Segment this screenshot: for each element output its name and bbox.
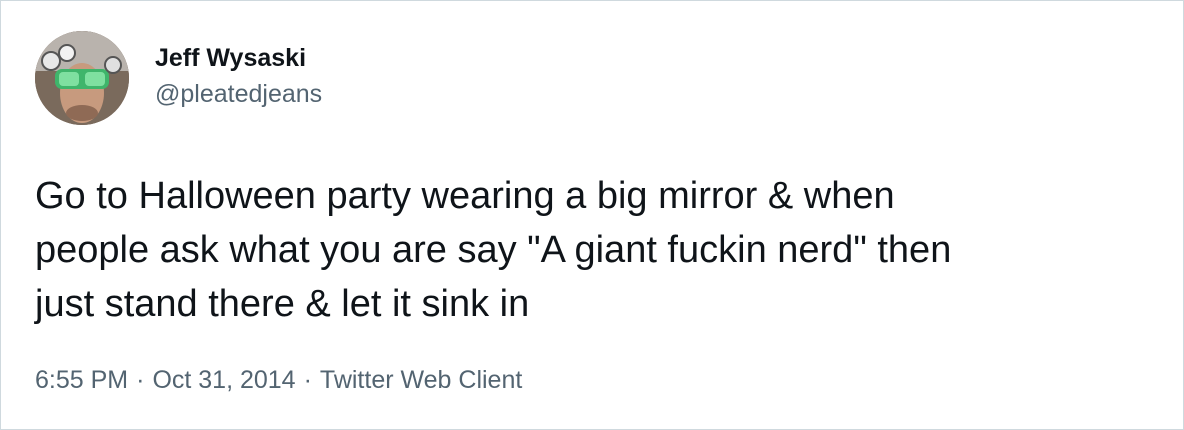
- avatar[interactable]: [35, 31, 129, 125]
- author-display-name[interactable]: Jeff Wysaski: [155, 43, 322, 73]
- tweet-header: Jeff Wysaski @pleatedjeans: [35, 31, 322, 125]
- tweet-card: Jeff Wysaski @pleatedjeans Go to Hallowe…: [0, 0, 1184, 430]
- tweet-time[interactable]: 6:55 PM: [35, 366, 128, 394]
- avatar-image: [35, 31, 129, 125]
- tweet-date[interactable]: Oct 31, 2014: [152, 366, 295, 394]
- tweet-text: Go to Halloween party wearing a big mirr…: [35, 175, 952, 325]
- author-handle[interactable]: @pleatedjeans: [155, 79, 322, 109]
- meta-separator: ·: [136, 366, 145, 394]
- tweet-meta: 6:55 PM · Oct 31, 2014 · Twitter Web Client: [35, 365, 522, 395]
- tweet-source[interactable]: Twitter Web Client: [320, 366, 522, 394]
- author-identity: Jeff Wysaski @pleatedjeans: [155, 43, 322, 109]
- meta-separator: ·: [303, 366, 312, 394]
